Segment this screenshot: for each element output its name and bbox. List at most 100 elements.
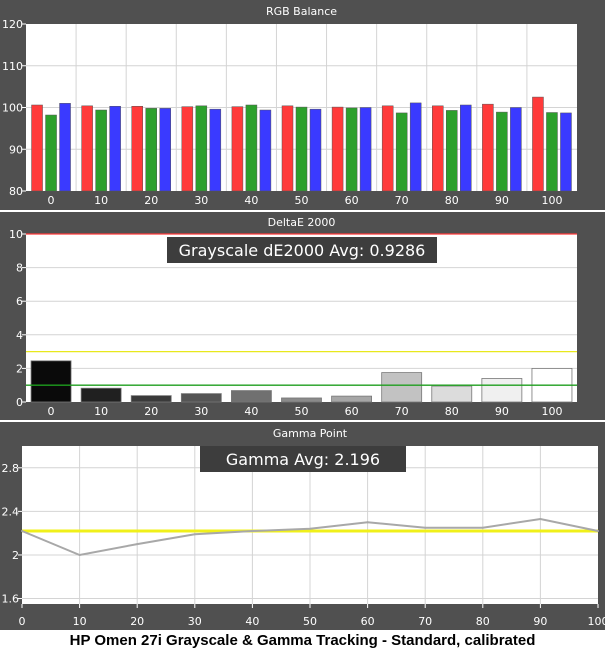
x-tick-label: 20 bbox=[144, 405, 158, 418]
x-tick-label: 60 bbox=[361, 615, 375, 628]
rgb-bar bbox=[195, 105, 208, 192]
chart-stage: RGB Balance80901001101200 10 20 30 40 50 60 70 8… bbox=[0, 0, 605, 630]
x-tick-label: 50 bbox=[303, 615, 317, 628]
x-tick-label: 70 bbox=[395, 405, 409, 418]
y-tick-label: 100 bbox=[2, 102, 23, 115]
rgb-bar bbox=[295, 106, 308, 192]
rgb-bar bbox=[546, 112, 558, 192]
x-tick-label: 80 bbox=[476, 615, 490, 628]
rgb-bar bbox=[496, 111, 508, 192]
gamma-point bbox=[309, 527, 311, 530]
delta-e-bar bbox=[431, 385, 473, 403]
x-tick-label: 0 bbox=[48, 194, 55, 207]
gamma-point bbox=[251, 529, 254, 532]
rgb-bar bbox=[181, 106, 194, 192]
rgb-bar bbox=[45, 114, 57, 192]
rgb-bar bbox=[359, 107, 372, 192]
delta-e-bar bbox=[180, 393, 222, 403]
chart-title: Gamma Point bbox=[273, 427, 348, 440]
x-tick-label: 70 bbox=[418, 615, 432, 628]
rgb-bar bbox=[209, 108, 222, 192]
gamma-point bbox=[366, 521, 369, 524]
rgb-bar bbox=[560, 112, 572, 192]
chart-title: DeltaE 2000 bbox=[268, 216, 336, 229]
rgb-bar bbox=[59, 103, 71, 192]
delta-e-bar bbox=[281, 397, 322, 403]
y-tick-label: 120 bbox=[2, 18, 23, 31]
rgb-bar bbox=[309, 108, 322, 192]
x-tick-label: 50 bbox=[295, 194, 309, 207]
delta-e-panel: DeltaE 200002468100 10 20 30 40 50 60 70 80 90 100… bbox=[0, 212, 605, 420]
rgb-balance-panel: RGB Balance 80 90 100 110 120 0 10 20 30 40 50 60 70 8… bbox=[0, 0, 605, 210]
gamma-point-panel: Gamma Point 1.6 2 2.4 2.8 0 10 20 30 40 50 60 70 80 90… bbox=[0, 422, 605, 630]
y-tick-label: 0 bbox=[16, 396, 23, 409]
delta-e-bar bbox=[331, 395, 372, 403]
x-tick-label: 10 bbox=[94, 405, 108, 418]
x-tick-label: 100 bbox=[588, 615, 605, 628]
rgb-bar bbox=[231, 106, 244, 192]
rgb-bar bbox=[331, 106, 344, 192]
rgb-bar bbox=[381, 105, 394, 192]
x-tick-label: 100 bbox=[541, 194, 562, 207]
gamma-point bbox=[78, 553, 81, 556]
rgb-bar bbox=[482, 103, 494, 192]
gamma-point bbox=[597, 529, 599, 532]
y-tick-label: 8 bbox=[16, 262, 23, 275]
x-tick-label: 20 bbox=[130, 615, 144, 628]
x-tick-label: 0 bbox=[19, 615, 26, 628]
x-tick-label: 30 bbox=[194, 405, 208, 418]
y-tick-label: 2 bbox=[12, 549, 19, 562]
figure-caption: HP Omen 27i Grayscale & Gamma Tracking -… bbox=[69, 632, 536, 649]
delta-e-bar bbox=[30, 360, 72, 403]
rgb-bar bbox=[109, 105, 121, 192]
gamma-point bbox=[481, 526, 484, 529]
rgb-bar bbox=[395, 112, 408, 192]
x-tick-label: 60 bbox=[345, 194, 359, 207]
rgb-bar bbox=[281, 105, 294, 192]
x-tick-label: 70 bbox=[395, 194, 409, 207]
delta-e-bar bbox=[381, 372, 423, 403]
rgb-bar bbox=[131, 105, 143, 192]
x-tick-label: 80 bbox=[445, 405, 459, 418]
rgb-bar bbox=[510, 107, 522, 192]
y-tick-label: 80 bbox=[9, 185, 23, 198]
gamma-point bbox=[136, 543, 139, 546]
rgb-bar bbox=[345, 107, 358, 192]
delta-e-bar bbox=[130, 395, 172, 403]
y-tick-label: 2.4 bbox=[2, 505, 20, 518]
x-tick-label: 30 bbox=[188, 615, 202, 628]
x-tick-label: 90 bbox=[495, 405, 509, 418]
delta-e-bar bbox=[481, 378, 523, 403]
rgb-bar bbox=[409, 102, 422, 192]
annotation-text: Grayscale dE2000 Avg: 0.9286 bbox=[179, 241, 426, 260]
rgb-bar bbox=[95, 109, 107, 192]
chart-title: RGB Balance bbox=[266, 5, 337, 18]
y-tick-label: 2 bbox=[16, 362, 23, 375]
y-tick-label: 2.8 bbox=[2, 462, 20, 475]
x-tick-label: 0 bbox=[48, 405, 55, 418]
annotation-text: Gamma Avg: 2.196 bbox=[226, 450, 380, 469]
rgb-bar bbox=[532, 96, 544, 192]
x-tick-label: 20 bbox=[144, 194, 158, 207]
y-tick-label: 1.6 bbox=[2, 593, 20, 606]
x-tick-label: 40 bbox=[245, 615, 259, 628]
rgb-bar bbox=[245, 104, 258, 192]
x-tick-label: 90 bbox=[495, 194, 509, 207]
rgb-bar bbox=[460, 104, 472, 192]
rgb-bar bbox=[432, 105, 444, 192]
y-tick-label: 4 bbox=[16, 329, 23, 342]
delta-e-bar bbox=[231, 390, 272, 403]
y-tick-label: 6 bbox=[16, 295, 23, 308]
rgb-bar bbox=[446, 110, 458, 192]
rgb-bar bbox=[145, 108, 157, 192]
y-tick-label: 10 bbox=[9, 228, 23, 241]
y-tick-label: 90 bbox=[9, 143, 23, 156]
y-tick-label: 110 bbox=[2, 60, 23, 73]
x-tick-label: 10 bbox=[94, 194, 108, 207]
x-tick-label: 100 bbox=[541, 405, 562, 418]
delta-e-bar bbox=[80, 387, 122, 403]
gamma-point bbox=[193, 533, 196, 536]
gamma-point bbox=[539, 518, 542, 521]
rgb-bar bbox=[81, 105, 93, 192]
gamma-point bbox=[424, 526, 427, 529]
